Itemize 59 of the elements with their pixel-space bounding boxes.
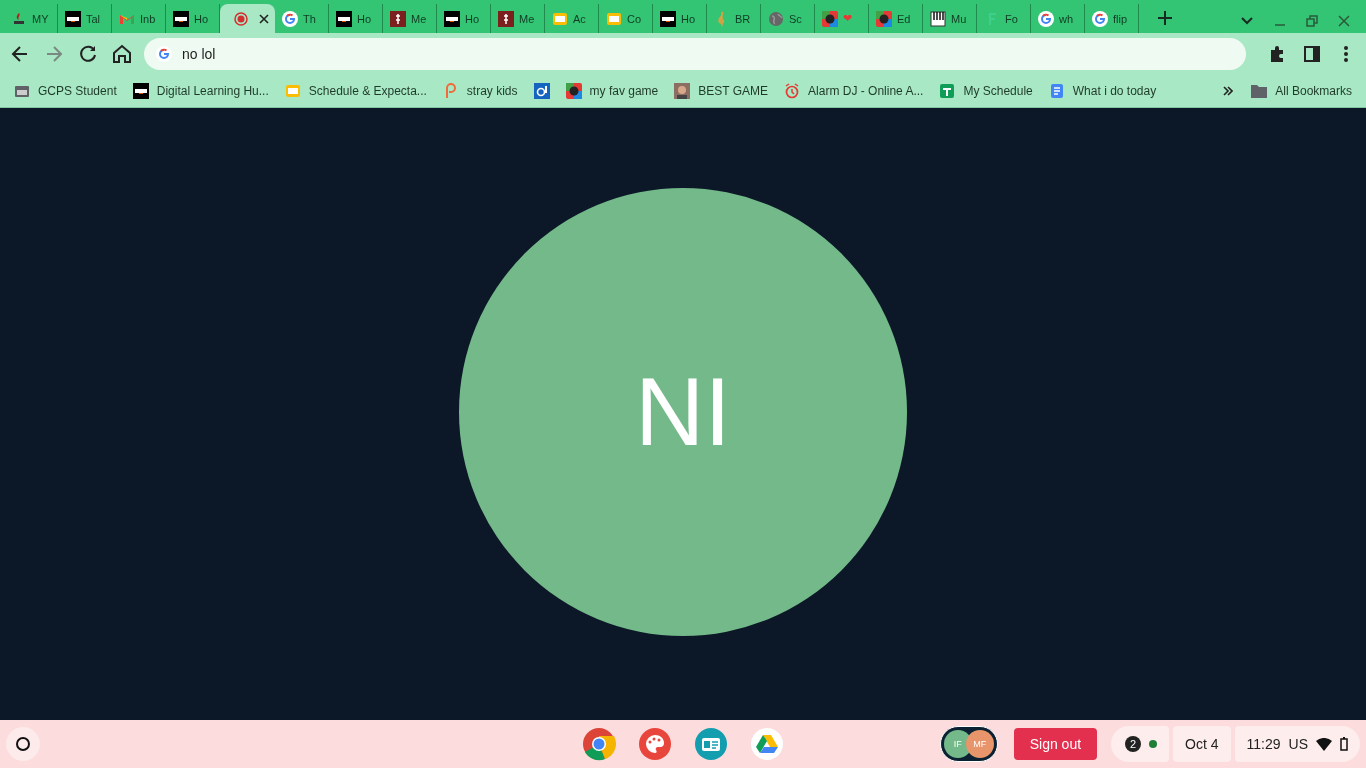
bookmark[interactable]: My Schedule <box>939 82 1033 99</box>
google-icon <box>282 10 298 27</box>
clock-time: 11:29 <box>1246 736 1281 752</box>
sheet-icon <box>939 82 956 99</box>
bookmark[interactable]: GCPS Student <box>14 82 117 99</box>
sign-out-button[interactable]: Sign out <box>1013 728 1098 760</box>
notification-count: 2 <box>1125 736 1142 752</box>
badge-icon <box>876 10 892 27</box>
drive-icon[interactable] <box>750 727 784 761</box>
double-chevron-icon[interactable] <box>1223 85 1234 96</box>
address-bar[interactable]: no lol <box>144 37 1246 70</box>
slides-icon <box>552 10 568 27</box>
google-icon <box>1038 10 1054 27</box>
bookmark[interactable]: Alarm DJ - Online A... <box>784 82 924 99</box>
bookmark[interactable]: Digital Learning Hu... <box>132 82 269 99</box>
chrome-icon[interactable] <box>582 727 616 761</box>
d2l-icon <box>660 10 676 27</box>
google-icon <box>1092 10 1108 27</box>
all-bookmarks-folder[interactable]: All Bookmarks <box>1251 83 1352 98</box>
id-card-icon[interactable] <box>694 727 728 761</box>
avatar-initials: NI <box>459 188 907 636</box>
d2l-icon <box>336 10 352 27</box>
bookmark[interactable]: Schedule & Expecta... <box>284 82 427 99</box>
status-tray[interactable]: 11:29 US <box>1234 726 1360 762</box>
d2l-icon <box>173 10 189 27</box>
restore-icon[interactable] <box>1306 15 1318 27</box>
slides-icon <box>284 82 301 99</box>
d2l-icon <box>132 82 149 99</box>
bookmark[interactable]: stray kids <box>442 82 518 99</box>
date-display[interactable]: Oct 4 <box>1173 726 1231 762</box>
slides-icon <box>606 10 622 27</box>
piano-icon <box>930 10 946 27</box>
scroll-icon <box>390 10 406 27</box>
battery-icon <box>1340 737 1348 751</box>
record-icon <box>232 10 249 27</box>
bookmark[interactable]: BEST GAME <box>674 82 769 99</box>
launcher-icon <box>15 736 31 752</box>
doc-icon <box>1048 82 1065 99</box>
badge-icon <box>565 82 582 99</box>
alarm-icon <box>784 82 801 99</box>
folder-icon <box>1251 83 1268 98</box>
close-icon[interactable] <box>258 13 269 24</box>
scroll-icon <box>498 10 514 27</box>
d2l-icon <box>65 10 81 27</box>
input-method: US <box>1288 736 1308 752</box>
bookmark[interactable]: my fav game <box>565 82 659 99</box>
browser-tab[interactable] <box>220 4 275 33</box>
google-icon <box>156 45 172 62</box>
launcher-button[interactable] <box>6 727 40 761</box>
notification-tray[interactable]: 2 <box>1111 726 1170 762</box>
chevron-down-icon[interactable] <box>1240 16 1254 26</box>
d2l-icon <box>444 10 460 27</box>
plus-icon[interactable] <box>1155 8 1175 28</box>
portrait-icon <box>674 82 691 99</box>
palette-icon[interactable] <box>638 727 672 761</box>
status-dot <box>1149 740 1158 748</box>
bookmark[interactable]: What i do today <box>1048 82 1157 99</box>
wifi-icon <box>1316 737 1332 751</box>
badge-icon <box>822 10 838 27</box>
